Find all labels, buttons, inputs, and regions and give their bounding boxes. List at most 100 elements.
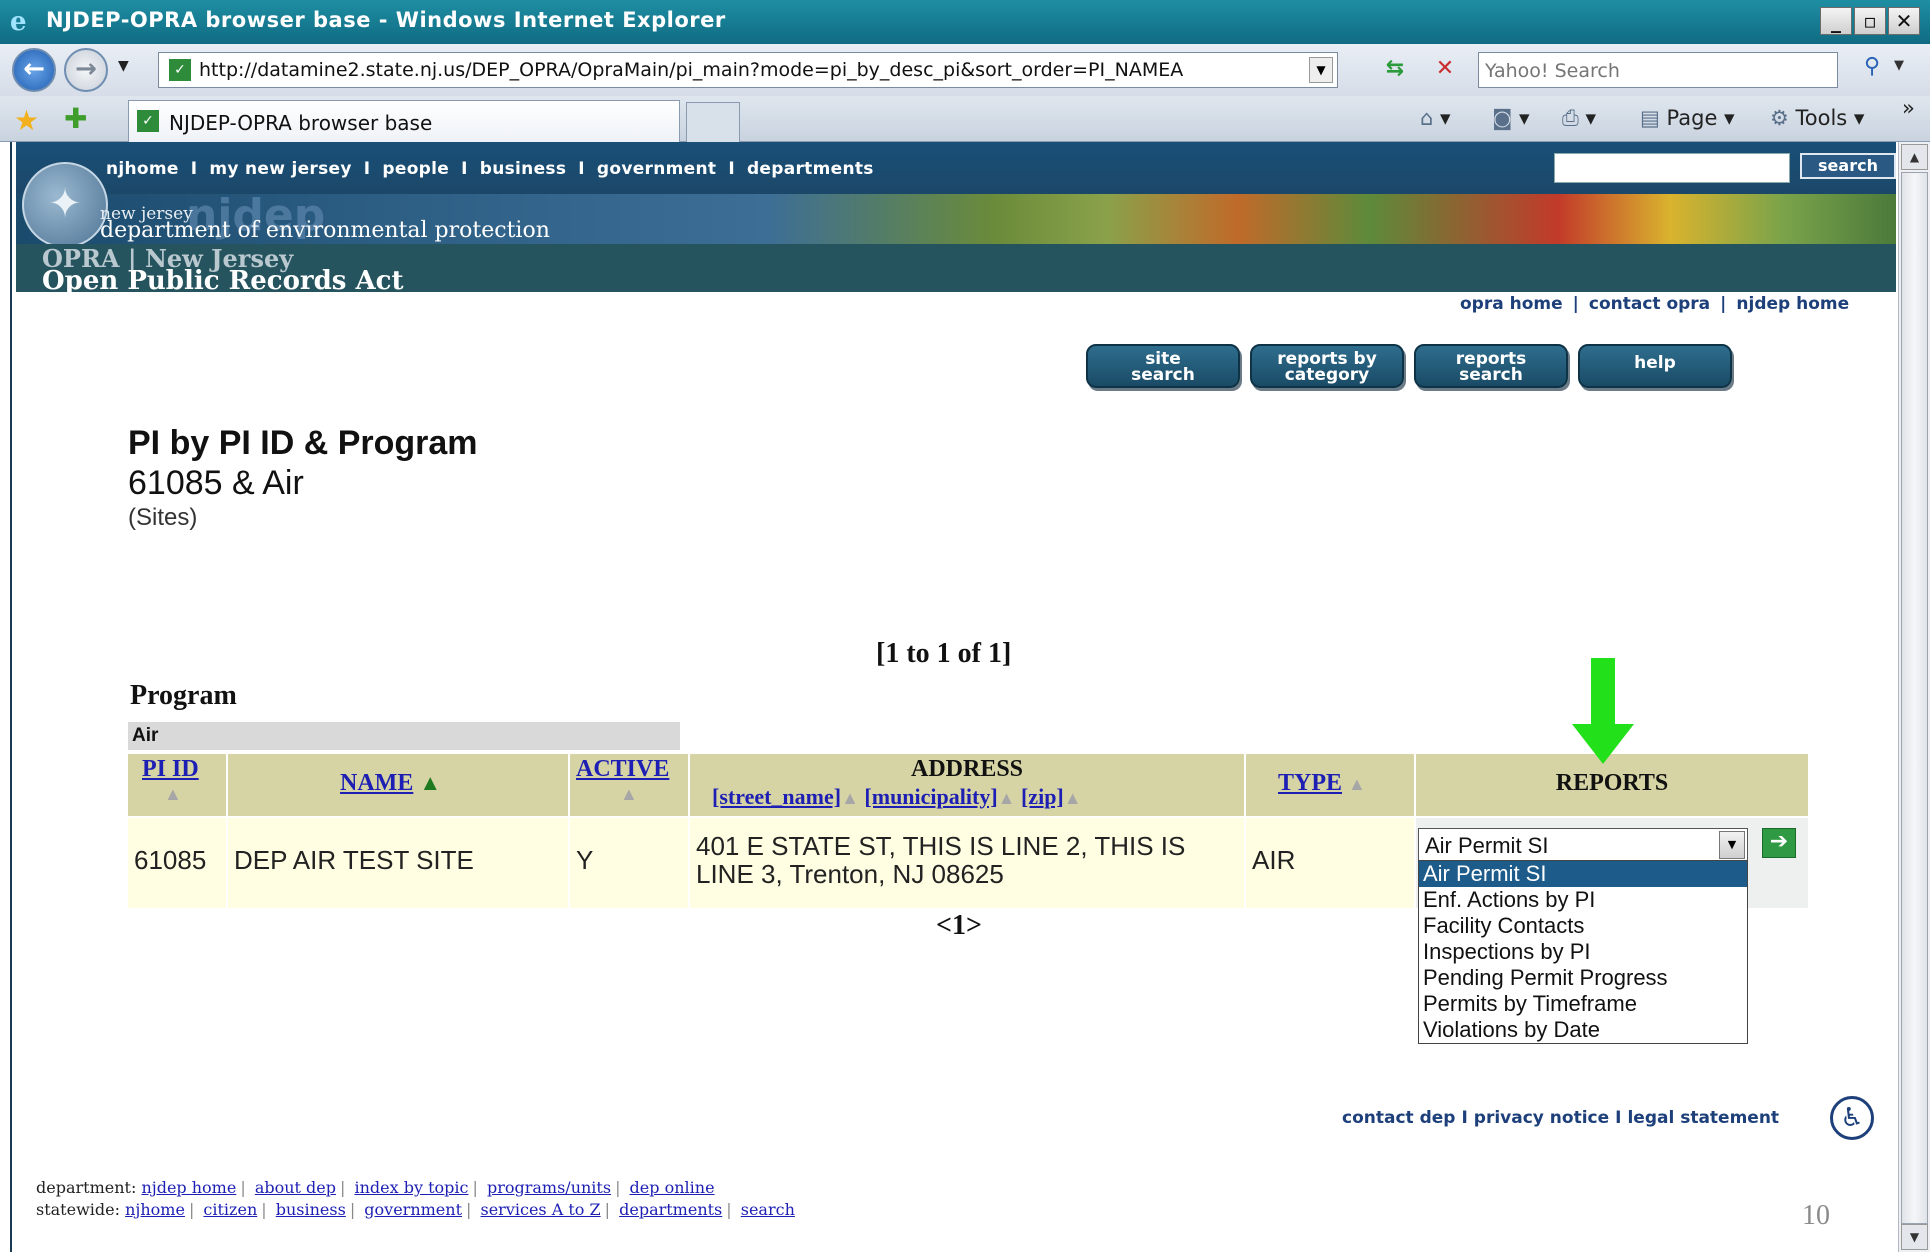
footer-link-citizen[interactable]: citizen bbox=[203, 1200, 257, 1219]
refresh-icon[interactable]: ⇆ bbox=[1378, 56, 1412, 86]
footer-link-government[interactable]: government bbox=[364, 1200, 462, 1219]
col-header-address: ADDRESS [street_name]▲ [municipality]▲ [… bbox=[690, 754, 1244, 816]
sort-arrow-icon[interactable]: ▲ bbox=[1064, 788, 1082, 808]
nav-separator: I bbox=[461, 159, 468, 179]
sort-link-name[interactable]: NAME bbox=[340, 770, 413, 796]
reports-search-line2: search bbox=[1459, 365, 1523, 385]
footer-link-search[interactable]: search bbox=[741, 1200, 795, 1219]
scrollbar-thumb[interactable] bbox=[1901, 172, 1928, 1224]
reports-search-button[interactable]: reports search bbox=[1414, 344, 1568, 388]
recent-pages-dropdown-icon[interactable]: ▼ bbox=[118, 58, 129, 74]
page-menu[interactable]: ▤ Page ▾ bbox=[1640, 106, 1735, 130]
footer-link-dep-online[interactable]: dep online bbox=[630, 1178, 715, 1197]
sort-arrow-icon[interactable]: ▲ bbox=[164, 784, 182, 805]
legal-statement-link[interactable]: legal statement bbox=[1627, 1108, 1779, 1128]
footer-link-business[interactable]: business bbox=[276, 1200, 346, 1219]
nav-link-government[interactable]: government bbox=[597, 159, 716, 179]
close-button[interactable]: ✕ bbox=[1888, 7, 1920, 35]
opra-home-link[interactable]: opra home bbox=[1460, 294, 1563, 314]
accessibility-icon[interactable]: ♿ bbox=[1830, 1096, 1874, 1140]
vertical-scrollbar[interactable]: ▲ ▼ bbox=[1898, 142, 1930, 1252]
add-favorites-icon[interactable]: ✚ bbox=[64, 102, 87, 135]
njdep-home-link[interactable]: njdep home bbox=[1736, 294, 1849, 314]
nav-link-njhome[interactable]: njhome bbox=[106, 159, 179, 179]
reports-by-category-button[interactable]: reports by category bbox=[1250, 344, 1404, 388]
dep-seal-logo-icon[interactable]: ✦ bbox=[22, 162, 108, 248]
nav-link-people[interactable]: people bbox=[382, 159, 449, 179]
nav-link-business[interactable]: business bbox=[480, 159, 567, 179]
select-chevron-down-icon[interactable]: ▼ bbox=[1719, 831, 1745, 859]
report-option-violations[interactable]: Violations by Date bbox=[1419, 1017, 1747, 1043]
browser-window: e NJDEP-OPRA browser base - Windows Inte… bbox=[0, 0, 1930, 1252]
privacy-notice-link[interactable]: privacy notice bbox=[1474, 1108, 1609, 1128]
footer-link-njhome[interactable]: njhome bbox=[125, 1200, 185, 1219]
search-options-dropdown-icon[interactable]: ▼ bbox=[1894, 58, 1904, 73]
report-option-pending-permit[interactable]: Pending Permit Progress bbox=[1419, 965, 1747, 991]
report-option-air-permit-si[interactable]: Air Permit SI bbox=[1419, 861, 1747, 887]
title-bar: e NJDEP-OPRA browser base - Windows Inte… bbox=[0, 0, 1930, 44]
tab-njdep-opra[interactable]: ✓ NJDEP-OPRA browser base bbox=[128, 100, 680, 142]
nav-link-departments[interactable]: departments bbox=[747, 159, 874, 179]
scroll-up-icon[interactable]: ▲ bbox=[1901, 144, 1928, 170]
col-header-type: TYPE ▲ bbox=[1246, 754, 1414, 816]
minimize-button[interactable]: _ bbox=[1820, 7, 1852, 35]
contact-dep-link[interactable]: contact dep bbox=[1342, 1108, 1455, 1128]
help-button[interactable]: help bbox=[1578, 344, 1732, 388]
nj-nav-links: njhome Imy new jersey Ipeople Ibusiness Igov… bbox=[106, 159, 874, 179]
footer-link-services[interactable]: services A to Z bbox=[481, 1200, 601, 1219]
site-search-button[interactable]: site search bbox=[1086, 344, 1240, 388]
tab-label: NJDEP-OPRA browser base bbox=[169, 111, 433, 135]
footer-link-programs-units[interactable]: programs/units bbox=[487, 1178, 611, 1197]
toolbar-overflow-chevron[interactable]: » bbox=[1902, 96, 1915, 120]
address-line-2: LINE 3, Trenton, NJ 08625 bbox=[696, 859, 1004, 889]
pagination[interactable]: <1> bbox=[936, 910, 982, 942]
nav-separator: I bbox=[728, 159, 735, 179]
sort-link-street[interactable]: [street_name] bbox=[712, 784, 841, 809]
report-select[interactable]: Air Permit SI ▼ bbox=[1418, 828, 1748, 862]
feeds-icon[interactable]: ◙ ▾ bbox=[1492, 106, 1530, 130]
print-icon[interactable]: ⎙ ▾ bbox=[1562, 106, 1596, 131]
nj-search-button[interactable]: search bbox=[1800, 153, 1896, 179]
home-icon[interactable]: ⌂ ▾ bbox=[1420, 106, 1451, 130]
page-sites-label: (Sites) bbox=[128, 504, 198, 531]
sort-link-type[interactable]: TYPE bbox=[1278, 770, 1342, 796]
new-tab-button[interactable] bbox=[686, 102, 740, 142]
nav-link-my-new-jersey[interactable]: my new jersey bbox=[209, 159, 351, 179]
search-magnifier-icon[interactable]: ⚲ bbox=[1852, 54, 1892, 86]
tools-menu[interactable]: ⚙ Tools ▾ bbox=[1770, 106, 1864, 130]
report-option-permits-timeframe[interactable]: Permits by Timeframe bbox=[1419, 991, 1747, 1017]
go-arrow-button[interactable]: ➔ bbox=[1762, 828, 1796, 858]
favorites-star-icon[interactable]: ★ bbox=[14, 104, 39, 137]
sort-arrow-icon[interactable]: ▲ bbox=[620, 784, 638, 805]
footer-link-departments[interactable]: departments bbox=[619, 1200, 722, 1219]
footer-link-index-by-topic[interactable]: index by topic bbox=[354, 1178, 468, 1197]
record-count: [1 to 1 of 1] bbox=[876, 638, 1012, 669]
sort-link-municipality[interactable]: [municipality] bbox=[864, 784, 997, 809]
sort-link-pi-id[interactable]: PI ID bbox=[142, 756, 199, 782]
cell-type: AIR bbox=[1246, 818, 1414, 908]
contact-opra-link[interactable]: contact opra bbox=[1589, 294, 1710, 314]
scroll-down-icon[interactable]: ▼ bbox=[1901, 1224, 1928, 1250]
report-option-enf-actions[interactable]: Enf. Actions by PI bbox=[1419, 887, 1747, 913]
stop-icon[interactable]: ✕ bbox=[1428, 56, 1462, 86]
report-option-facility-contacts[interactable]: Facility Contacts bbox=[1419, 913, 1747, 939]
sort-active-arrow-icon[interactable]: ▲ bbox=[419, 770, 441, 795]
footer-link-njdep-home[interactable]: njdep home bbox=[141, 1178, 236, 1197]
sort-arrow-icon[interactable]: ▲ bbox=[841, 788, 859, 808]
sort-link-zip[interactable]: [zip] bbox=[1021, 784, 1064, 809]
forward-button[interactable]: → bbox=[64, 48, 108, 92]
report-option-inspections[interactable]: Inspections by PI bbox=[1419, 939, 1747, 965]
back-button[interactable]: ← bbox=[12, 48, 56, 92]
footer-link-about-dep[interactable]: about dep bbox=[255, 1178, 336, 1197]
sort-arrow-icon[interactable]: ▲ bbox=[1348, 774, 1366, 794]
url-input[interactable] bbox=[199, 57, 1279, 83]
yahoo-search-input[interactable] bbox=[1485, 58, 1785, 84]
dep-department-name: department of environmental protection bbox=[100, 218, 550, 243]
sort-arrow-icon[interactable]: ▲ bbox=[998, 788, 1016, 808]
cell-active: Y bbox=[570, 818, 688, 908]
report-options-list: Air Permit SI Enf. Actions by PI Facilit… bbox=[1418, 860, 1748, 1044]
restore-button[interactable]: ▫ bbox=[1854, 7, 1886, 35]
nj-search-input[interactable] bbox=[1554, 153, 1790, 183]
sort-link-active[interactable]: ACTIVE bbox=[576, 756, 669, 782]
url-dropdown-icon[interactable]: ▼ bbox=[1309, 57, 1333, 83]
